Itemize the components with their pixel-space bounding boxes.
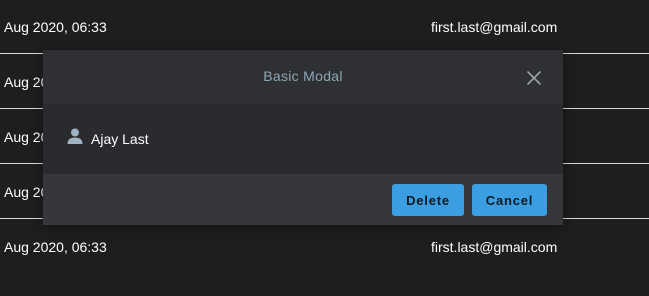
row-date: Aug 20 [4,129,49,145]
user-icon [66,127,84,145]
user-name: Ajay Last [91,131,149,147]
modal-body: Ajay Last [43,104,563,174]
row-email: first.last@gmail.com [431,19,558,35]
page: Aug 2020, 06:33 first.last@gmail.com Aug… [0,0,649,296]
row-date: Aug 2020, 06:33 [4,19,107,35]
row-date: Aug 2020, 06:33 [4,239,107,255]
cancel-button[interactable]: Cancel [472,184,547,216]
close-icon[interactable] [524,68,544,88]
modal-footer: Delete Cancel [43,174,563,225]
row-date: Aug 20 [4,184,49,200]
modal-title: Basic Modal [263,68,343,84]
table-row[interactable]: Aug 2020, 06:33 first.last@gmail.com [0,220,649,274]
table-row[interactable]: Aug 2020, 06:33 first.last@gmail.com [0,0,649,54]
delete-button[interactable]: Delete [392,184,464,216]
basic-modal: Basic Modal Ajay Last Delete Cancel [43,50,563,225]
row-email: first.last@gmail.com [431,239,558,255]
modal-header: Basic Modal [43,50,563,104]
row-date: Aug 20 [4,74,49,90]
